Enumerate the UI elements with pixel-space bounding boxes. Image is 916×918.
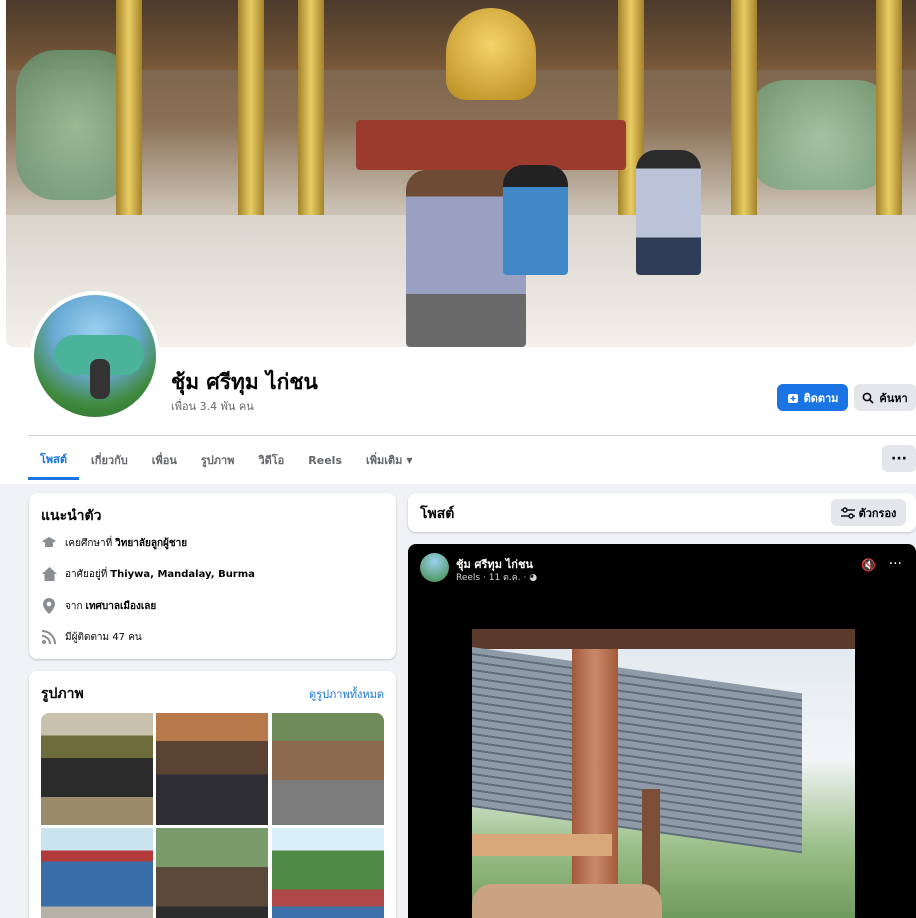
profile-avatar[interactable] (30, 291, 160, 421)
school-link[interactable]: วิทยาลัยลูกผู้ชาย (115, 536, 187, 551)
filter-sliders-icon (840, 506, 855, 519)
tab-reels[interactable]: Reels (296, 440, 354, 480)
from-link[interactable]: เทศบาลเมืองเลย (86, 599, 157, 614)
posts-title: โพสต์ (420, 506, 455, 522)
globe-icon: ◕ (529, 573, 538, 583)
reel-meta: Reels · 11 ต.ค. · ◕ (456, 573, 538, 583)
reel-video[interactable] (472, 629, 855, 918)
profile-name: ชุ้ม ศรีทุม ไก่ชน (171, 370, 318, 394)
followers-link[interactable]: มีผู้ติดตาม 47 คน (65, 630, 142, 645)
intro-education: เคยศึกษาที่ วิทยาลัยลูกผู้ชาย (41, 535, 187, 551)
filter-button[interactable]: ตัวกรอง (831, 499, 906, 526)
tab-friends[interactable]: เพื่อน (140, 440, 189, 480)
rss-icon (41, 629, 57, 645)
profile-header: ชุ้ม ศรีทุม ไก่ชน เพื่อน 3.4 พัน คน ติดต… (0, 0, 916, 484)
photo-thumbnail[interactable] (272, 713, 384, 825)
friends-count[interactable]: เพื่อน 3.4 พัน คน (171, 397, 254, 415)
lives-link[interactable]: Thiywa, Mandalay, Burma (110, 569, 255, 580)
reel-post: ชุ้ม ศรีทุม ไก่ชน Reels · 11 ต.ค. · ◕ 🔇 … (408, 544, 916, 918)
reel-author-avatar[interactable] (420, 553, 449, 582)
photo-thumbnail[interactable] (272, 828, 384, 918)
intro-card: แนะนำตัว เคยศึกษาที่ วิทยาลัยลูกผู้ชาย อา… (29, 493, 396, 659)
photo-thumbnail[interactable] (41, 828, 153, 918)
tab-photos[interactable]: รูปภาพ (189, 440, 247, 480)
search-button[interactable]: ค้นหา (854, 384, 916, 411)
intro-lives: อาศัยอยู่ที่ Thiywa, Mandalay, Burma (41, 566, 255, 582)
intro-title: แนะนำตัว (41, 508, 102, 524)
intro-followers: มีผู้ติดตาม 47 คน (41, 629, 142, 645)
search-icon (862, 392, 874, 404)
photo-thumbnail[interactable] (156, 828, 268, 918)
tab-videos[interactable]: วิดีโอ (246, 440, 296, 480)
intro-from: จาก เทศบาลเมืองเลย (41, 598, 156, 614)
location-pin-icon (41, 598, 57, 614)
caret-down-icon: ▼ (406, 455, 413, 465)
profile-tabs: โพสต์ เกี่ยวกับ เพื่อน รูปภาพ วิดีโอ Ree… (28, 440, 425, 484)
cover-photo[interactable] (6, 0, 916, 347)
photos-card: รูปภาพ ดูรูปภาพทั้งหมด (29, 671, 396, 918)
follow-button[interactable]: ติดตาม (777, 384, 848, 411)
follow-icon (787, 393, 798, 403)
post-options-icon[interactable]: ··· (889, 556, 902, 572)
tab-about[interactable]: เกี่ยวกับ (79, 440, 140, 480)
home-icon (41, 566, 57, 582)
tab-posts[interactable]: โพสต์ (28, 440, 80, 480)
photos-title: รูปภาพ (41, 686, 84, 702)
posts-header: โพสต์ ตัวกรอง (408, 493, 916, 532)
photo-thumbnail[interactable] (156, 713, 268, 825)
photo-thumbnail[interactable] (41, 713, 153, 825)
mute-icon[interactable]: 🔇 (861, 558, 876, 572)
buddha-statue (446, 8, 536, 100)
tab-more[interactable]: เพิ่มเติม ▼ (354, 440, 425, 480)
graduation-cap-icon (41, 535, 57, 551)
more-options-button[interactable]: ··· (882, 445, 916, 472)
see-all-photos-link[interactable]: ดูรูปภาพทั้งหมด (309, 685, 384, 703)
